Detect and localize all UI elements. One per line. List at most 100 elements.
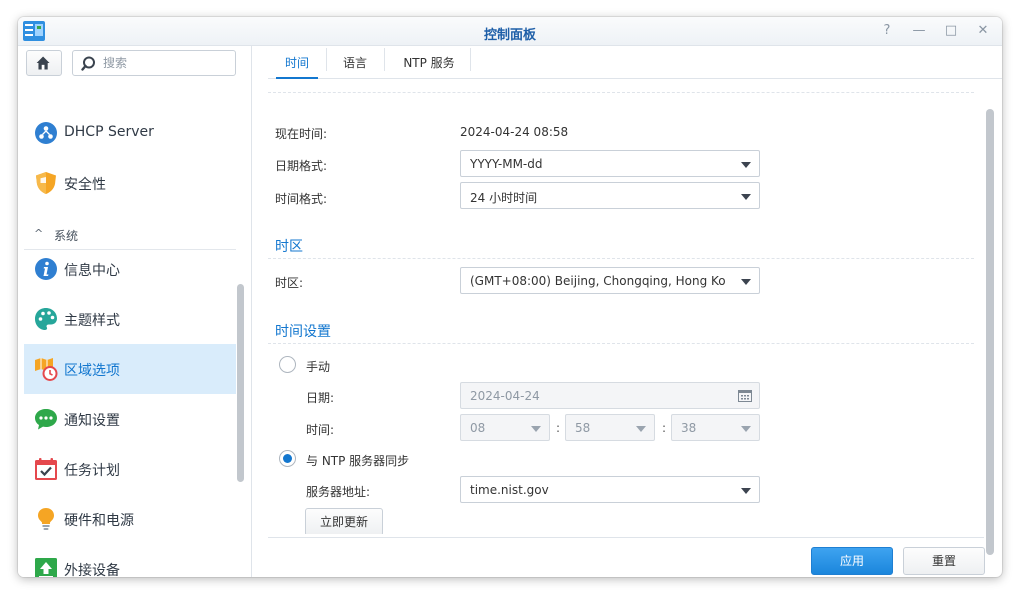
tab-ntp-service[interactable]: NTP 服务	[392, 46, 466, 79]
time-settings-section-title: 时间设置	[275, 324, 331, 340]
title-bar: 控制面板 ? — □ ✕	[18, 17, 1002, 46]
home-icon	[36, 56, 50, 70]
info-icon	[35, 258, 57, 280]
sidebar-section-label: 系统	[54, 229, 79, 243]
sidebar-item-label: DHCP Server	[64, 124, 154, 140]
window-title: 控制面板	[483, 28, 536, 43]
hour-select[interactable]: 08	[460, 414, 550, 441]
minimize-icon[interactable]: —	[910, 22, 928, 40]
tab-divider	[384, 48, 385, 71]
dhcp-icon	[35, 122, 57, 144]
tab-divider	[470, 48, 471, 71]
second-select[interactable]: 38	[671, 414, 760, 441]
tab-time[interactable]: 时间	[276, 46, 318, 79]
sidebar-item-task-scheduler[interactable]: 任务计划	[24, 444, 236, 494]
sidebar-scrollbar[interactable]	[237, 284, 244, 482]
ntp-sync-label: 与 NTP 服务器同步	[306, 454, 410, 468]
date-value: 2024-04-24	[470, 389, 540, 403]
sidebar-item-security[interactable]: 安全性	[24, 158, 236, 208]
manual-radio[interactable]	[279, 356, 296, 373]
tab-bar: 时间 语言 NTP 服务	[268, 46, 1002, 79]
sidebar-item-external-devices[interactable]: 外接设备	[24, 544, 236, 577]
apply-button[interactable]: 应用	[811, 547, 893, 575]
divider	[268, 92, 974, 93]
timezone-dropdown[interactable]: (GMT+08:00) Beijing, Chongqing, Hong Ko	[460, 267, 760, 294]
second-value: 38	[681, 421, 697, 435]
bulb-icon	[38, 508, 54, 530]
time-format-label: 时间格式:	[275, 192, 328, 206]
regional-options-icon	[35, 358, 58, 381]
caret-down-icon	[531, 426, 541, 432]
divider	[268, 343, 974, 344]
date-field[interactable]: 2024-04-24	[460, 382, 760, 409]
server-address-label: 服务器地址:	[306, 485, 371, 499]
server-address-combobox[interactable]: time.nist.gov	[460, 476, 760, 503]
caret-down-icon	[741, 194, 751, 200]
home-button[interactable]	[26, 50, 62, 76]
time-label: 时间:	[306, 423, 335, 437]
ntp-sync-radio[interactable]	[279, 450, 296, 467]
timezone-label: 时区:	[275, 276, 304, 290]
caret-down-icon	[741, 488, 751, 494]
tab-divider	[326, 48, 327, 71]
hour-value: 08	[470, 421, 486, 435]
server-address-value: time.nist.gov	[470, 483, 549, 497]
minute-select[interactable]: 58	[565, 414, 655, 441]
caret-down-icon	[741, 426, 751, 432]
search-box[interactable]	[72, 50, 236, 76]
sidebar-item-label: 信息中心	[64, 263, 120, 279]
search-input[interactable]	[103, 55, 229, 71]
sidebar-item-label: 外接设备	[64, 563, 120, 577]
current-time-value: 2024-04-24 08:58	[460, 125, 569, 139]
sidebar-item-label: 安全性	[64, 177, 106, 193]
sidebar-item-hardware-power[interactable]: 硬件和电源	[24, 494, 236, 544]
calendar-icon[interactable]	[738, 389, 752, 402]
sidebar-item-label: 硬件和电源	[64, 513, 134, 529]
maximize-icon[interactable]: □	[942, 22, 960, 40]
reset-button[interactable]: 重置	[903, 547, 985, 575]
timezone-value: (GMT+08:00) Beijing, Chongqing, Hong Ko	[470, 274, 726, 288]
sidebar-item-regional-options[interactable]: 区域选项	[24, 344, 236, 394]
palette-icon	[35, 308, 57, 330]
time-separator: :	[662, 421, 667, 435]
sidebar: DHCP Server 安全性 ^ 系统 信息中心	[18, 46, 252, 577]
sidebar-item-label: 通知设置	[64, 413, 120, 429]
help-icon[interactable]: ?	[878, 22, 896, 40]
sidebar-item-info-center[interactable]: 信息中心	[24, 244, 236, 294]
tab-language[interactable]: 语言	[334, 46, 376, 79]
divider	[268, 258, 974, 259]
settings-content: 现在时间: 2024-04-24 08:58 日期格式: YYYY-MM-dd …	[268, 80, 984, 534]
date-label: 日期:	[306, 391, 335, 405]
sidebar-item-notification[interactable]: 通知设置	[24, 394, 236, 444]
search-icon	[81, 56, 95, 71]
content-scrollbar[interactable]	[986, 109, 994, 555]
caret-down-icon	[636, 426, 646, 432]
caret-down-icon	[741, 162, 751, 168]
minute-value: 58	[575, 421, 591, 435]
timezone-section-title: 时区	[275, 239, 303, 255]
main-panel: 时间 语言 NTP 服务 现在时间: 2024-04-24 08:58 日期格式…	[252, 46, 1002, 577]
current-time-label: 现在时间:	[275, 127, 328, 141]
date-format-dropdown[interactable]: YYYY-MM-dd	[460, 150, 760, 177]
date-format-value: YYYY-MM-dd	[470, 157, 543, 171]
update-now-button[interactable]: 立即更新	[305, 508, 383, 534]
manual-label: 手动	[306, 360, 331, 374]
sidebar-item-label: 主题样式	[64, 313, 120, 329]
sidebar-item-dhcp-server[interactable]: DHCP Server	[24, 108, 236, 158]
close-icon[interactable]: ✕	[974, 22, 992, 40]
time-format-value: 24 小时时间	[470, 191, 538, 205]
control-panel-window: 控制面板 ? — □ ✕ 搜索 DHCP Server 安全性 ^ 系统 信息中…	[18, 17, 1002, 577]
date-format-label: 日期格式:	[275, 159, 328, 173]
sidebar-item-theme[interactable]: 主题样式	[24, 294, 236, 344]
sidebar-item-label: 区域选项	[64, 363, 120, 379]
footer-divider	[268, 537, 984, 538]
calendar-task-icon	[35, 458, 57, 480]
chevron-up-icon: ^	[34, 227, 44, 240]
sidebar-item-label: 任务计划	[64, 463, 120, 479]
shield-icon	[36, 172, 56, 194]
time-format-dropdown[interactable]: 24 小时时间	[460, 182, 760, 209]
notification-icon	[35, 409, 57, 430]
external-device-icon	[35, 558, 57, 577]
time-separator: :	[556, 421, 561, 435]
caret-down-icon	[741, 279, 751, 285]
